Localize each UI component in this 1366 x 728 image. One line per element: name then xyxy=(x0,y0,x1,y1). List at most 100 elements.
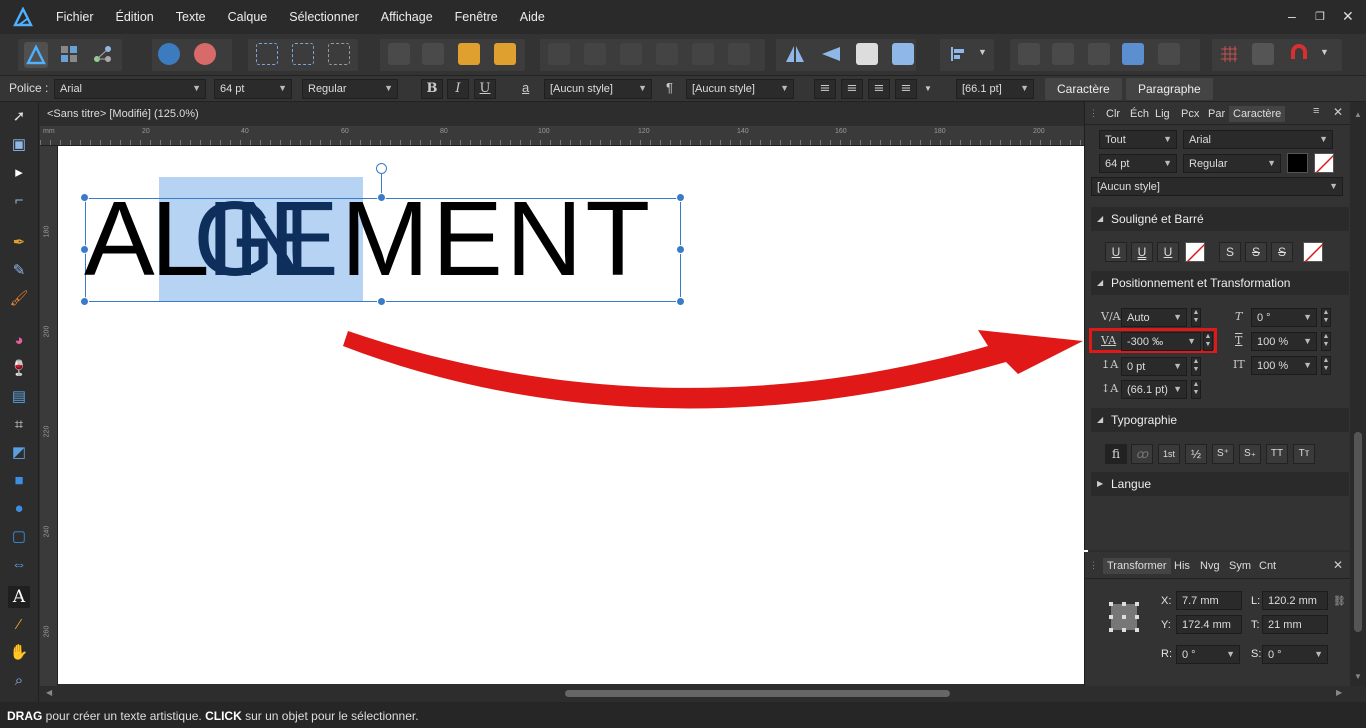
transform-icon[interactable] xyxy=(328,43,350,65)
align-right-text-icon[interactable]: ≡ xyxy=(868,79,890,99)
ruler-top[interactable]: mm 20 40 60 80 100 120 140 160 180 200 xyxy=(40,126,1084,146)
kerning-field[interactable]: Auto ▼ xyxy=(1121,308,1187,327)
baseline-spinner[interactable]: ▲ ▼ xyxy=(1191,357,1201,376)
rotate-right-icon[interactable] xyxy=(892,43,914,65)
tab-ech[interactable]: Éch xyxy=(1127,106,1152,122)
divide-boolean-icon[interactable] xyxy=(1158,43,1180,65)
zoom-tool-icon[interactable]: ⌕ xyxy=(8,670,30,692)
app-logo-icon[interactable] xyxy=(12,6,34,27)
leading-spinner[interactable]: ▲ ▼ xyxy=(1191,380,1201,399)
scroll-down-icon[interactable]: ▼ xyxy=(1354,672,1362,681)
width-field[interactable]: 120.2 mm xyxy=(1262,591,1328,610)
node-tool-icon[interactable]: ▸ xyxy=(8,162,30,184)
tab-lig[interactable]: Lig xyxy=(1152,106,1173,122)
shear-field[interactable]: 0 ° ▼ xyxy=(1251,308,1317,327)
strike-color-swatch[interactable] xyxy=(1303,242,1323,262)
panel-font-select[interactable]: Arial ▼ xyxy=(1183,130,1333,149)
kerning-spinner[interactable]: ▲ ▼ xyxy=(1191,308,1201,327)
snapping-chevron-icon[interactable]: ▼ xyxy=(1320,47,1329,57)
menu-texte[interactable]: Texte xyxy=(176,10,206,24)
align-right-icon[interactable] xyxy=(620,43,642,65)
tab-nvg[interactable]: Nvg xyxy=(1197,558,1223,574)
section-position-transform[interactable]: ◢ Positionnement et Transformation xyxy=(1091,271,1349,295)
scroll-thumb[interactable] xyxy=(565,690,950,697)
tracking-field[interactable]: -300 ‰ ▼ xyxy=(1121,332,1201,351)
tab-caractere-panel[interactable]: Caractère xyxy=(1229,106,1286,122)
align-center-icon[interactable] xyxy=(584,43,606,65)
tab-his[interactable]: His xyxy=(1171,558,1193,574)
font-family-select[interactable]: Arial ▼ xyxy=(54,79,206,99)
forward-icon[interactable] xyxy=(458,43,480,65)
tab-pcx[interactable]: Pcx xyxy=(1178,106,1202,122)
small-caps-button[interactable]: Tт xyxy=(1293,444,1315,464)
select-all-icon[interactable] xyxy=(256,43,278,65)
pen-tool-icon[interactable]: ✒ xyxy=(8,232,30,254)
chevron-down-icon[interactable]: ▼ xyxy=(978,47,987,57)
strike-single-icon[interactable]: S xyxy=(1219,242,1241,262)
panel-char-style-select[interactable]: [Aucun style] ▼ xyxy=(1091,177,1343,196)
align-left-text-icon[interactable]: ≡ xyxy=(814,79,836,99)
vscale-field[interactable]: 100 % ▼ xyxy=(1251,332,1317,351)
ordinal-button[interactable]: 1st xyxy=(1158,444,1180,464)
snapping-magnet-icon[interactable] xyxy=(1288,43,1310,65)
designer-persona-icon[interactable] xyxy=(24,42,48,68)
menu-fenetre[interactable]: Fenêtre xyxy=(455,10,498,24)
horizontal-scrollbar[interactable]: ◀ ▶ xyxy=(40,686,1348,702)
leading-select[interactable]: [66.1 pt] ▼ xyxy=(956,79,1034,99)
ligature-button[interactable]: fi xyxy=(1105,444,1127,464)
discretionary-ligature-button[interactable]: ꝏ xyxy=(1131,444,1153,464)
align-left-icon[interactable] xyxy=(548,43,570,65)
resize-handle[interactable] xyxy=(676,245,685,254)
front-icon[interactable] xyxy=(494,43,516,65)
tab-cnt[interactable]: Cnt xyxy=(1256,558,1279,574)
menu-selectionner[interactable]: Sélectionner xyxy=(289,10,359,24)
para-style-select[interactable]: [Aucun style] ▼ xyxy=(686,79,794,99)
resize-handle[interactable] xyxy=(80,297,89,306)
font-size-select[interactable]: 64 pt ▼ xyxy=(214,79,292,99)
hscale-field[interactable]: 100 % ▼ xyxy=(1251,356,1317,375)
ruler-left[interactable]: 180 200 220 240 260 xyxy=(40,146,58,686)
hand-tool-icon[interactable]: ✋ xyxy=(8,642,30,664)
xor-boolean-icon[interactable] xyxy=(1122,43,1144,65)
align-chevron-icon[interactable]: ▼ xyxy=(924,84,932,93)
guides-icon[interactable] xyxy=(1252,43,1274,65)
font-style-select[interactable]: Regular ▼ xyxy=(302,79,398,99)
corner-tool-icon[interactable]: ⌐ xyxy=(8,190,30,212)
export-persona-icon[interactable] xyxy=(92,43,114,65)
height-field[interactable]: 21 mm xyxy=(1262,615,1328,634)
strike-double-icon[interactable]: S xyxy=(1245,242,1267,262)
grid-icon[interactable] xyxy=(1218,43,1240,65)
section-langue[interactable]: ▶ Langue xyxy=(1091,472,1349,496)
menu-edition[interactable]: Édition xyxy=(116,10,154,24)
underline-single-icon[interactable]: U xyxy=(1105,242,1127,262)
rotation-field[interactable]: 0 ° ▼ xyxy=(1176,645,1240,664)
rotation-handle[interactable] xyxy=(376,163,387,174)
shear-spinner[interactable]: ▲ ▼ xyxy=(1321,308,1331,327)
minimize-button[interactable]: – xyxy=(1288,8,1296,24)
baseline-field[interactable]: 0 pt ▼ xyxy=(1121,357,1187,376)
subscript-button[interactable]: S₊ xyxy=(1239,444,1261,464)
text-color-swatch[interactable] xyxy=(1287,153,1308,173)
align-middle-icon[interactable] xyxy=(692,43,714,65)
lock-ratio-icon[interactable]: ⛓ xyxy=(1333,596,1346,607)
scroll-left-icon[interactable]: ◀ xyxy=(46,688,52,697)
section-underline-strike[interactable]: ◢ Souligné et Barré xyxy=(1091,207,1349,231)
intersect-boolean-icon[interactable] xyxy=(1088,43,1110,65)
shear-transform-field[interactable]: 0 ° ▼ xyxy=(1262,645,1328,664)
pencil-tool-icon[interactable]: ✎ xyxy=(8,260,30,282)
tab-caractere[interactable]: Caractère xyxy=(1045,78,1122,100)
backward-icon[interactable] xyxy=(422,43,444,65)
section-typographie[interactable]: ◢ Typographie xyxy=(1091,408,1349,432)
text-bg-swatch[interactable] xyxy=(1314,153,1334,173)
tab-sym[interactable]: Sym xyxy=(1226,558,1254,574)
panel-size-select[interactable]: 64 pt ▼ xyxy=(1099,154,1177,173)
transparency-tool-icon[interactable]: 🍷 xyxy=(8,358,30,380)
share-icon[interactable] xyxy=(194,43,216,65)
crop-tool-icon[interactable]: ⌗ xyxy=(8,414,30,436)
bold-button[interactable]: B xyxy=(421,79,443,99)
subtract-boolean-icon[interactable] xyxy=(1052,43,1074,65)
underline-thick-icon[interactable]: U xyxy=(1157,242,1179,262)
upload-icon[interactable] xyxy=(158,43,180,65)
menu-calque[interactable]: Calque xyxy=(228,10,268,24)
fraction-button[interactable]: ½ xyxy=(1185,444,1207,464)
